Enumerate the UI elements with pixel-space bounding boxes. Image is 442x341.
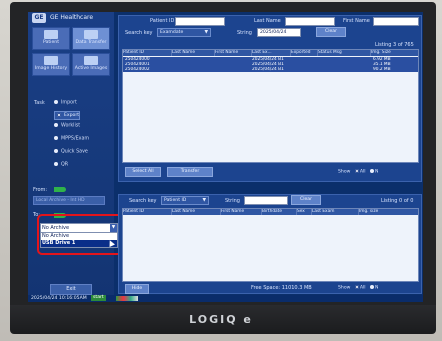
col-last-exam[interactable]: Last Exam [312,209,359,215]
radio-icon [54,162,58,166]
radio-selected-icon[interactable] [354,169,359,173]
patient-icon [44,30,58,39]
string-input[interactable]: 2025/04/24 [257,28,301,37]
listing-count: Listing 3 of 765 [375,42,414,48]
first-name-label: First Name [343,18,370,24]
radio-icon[interactable] [370,285,375,289]
brand-name: GE Healthcare [50,14,94,21]
string-label: String [225,198,240,204]
search-key-select[interactable]: Patient ID ▼ [161,196,209,205]
task-option-mpps[interactable]: MPPS/Exam [54,136,89,142]
col-sex[interactable]: Sex [297,209,312,215]
start-button[interactable]: start [91,295,106,301]
col-patient-id[interactable]: Patient ID [123,209,172,215]
radio-icon[interactable] [370,169,375,173]
left-panel: GE GE Healthcare Patient Data Transfer I… [28,12,114,302]
from-label: From: [33,187,48,193]
green-arrow-icon [54,187,66,192]
data-transfer-icon [84,30,98,39]
task-option-worklist[interactable]: Worklist [54,123,80,129]
chevron-down-icon: ▼ [204,30,208,35]
taskbar-clock: 2025/04/24 10:16:05AM [31,296,87,301]
search-key-label: Search key [125,30,153,36]
radio-selected-icon[interactable] [354,285,359,289]
system-tray-icons[interactable] [116,296,138,301]
col-img-size[interactable]: Img. Size [371,50,418,56]
patient-table: Patient ID Last Name First Name Last Ex.… [122,49,419,163]
image-history-icon [44,56,58,65]
screen: GE GE Healthcare Patient Data Transfer I… [28,12,423,302]
string-label: String [237,30,252,36]
chevron-down-icon: ▼ [202,198,206,203]
col-last-name[interactable]: Last Name [172,209,221,215]
radio-icon [54,136,58,140]
last-name-label: Last Name [254,18,281,24]
patient-id-label: Patient ID [150,18,175,24]
monitor-logo: LOGIQ e [189,313,253,326]
patient-list-panel: Patient ID Last Name First Name Search k… [118,15,422,182]
patient-id-input[interactable] [175,17,225,26]
table-row[interactable]: 250424002 2025/04/24 B1 90.2 MB [123,67,418,72]
radio-selected-icon [57,112,61,117]
tile-patient[interactable]: Patient [32,27,70,50]
hide-button[interactable]: Hide [125,284,149,294]
from-select[interactable]: Local Archive - Int HD [33,196,105,205]
tile-active-images[interactable]: Active Images [72,53,110,76]
free-space-readout: Free Space: 11010.3 MB [251,285,312,291]
tile-data-transfer[interactable]: Data Transfer [72,27,110,50]
radio-icon [54,100,58,104]
highlight-annotation [37,214,127,255]
show-filter: Show All N [338,285,379,291]
table-header: Patient ID Last Name First Name Birthdat… [123,209,418,215]
tile-image-history[interactable]: Image History [32,53,70,76]
col-exported[interactable]: Exported [291,50,318,56]
search-key-label: Search key [129,198,157,204]
select-all-button[interactable]: Select All [125,167,161,177]
col-img-size[interactable]: Img. size [359,209,418,215]
clear-button[interactable]: Clear [291,195,321,205]
table-header: Patient ID Last Name First Name Last Ex.… [123,50,418,56]
col-last-exam[interactable]: Last Ex... [252,50,291,56]
listing-count: Listing 0 of 0 [381,198,414,204]
string-input[interactable] [244,196,288,205]
col-first-name[interactable]: First Name [215,50,252,56]
destination-panel: Search key Patient ID ▼ String Clear Lis… [118,194,422,294]
task-label: Task [34,100,45,106]
exit-button[interactable]: Exit [50,284,92,295]
destination-table: Patient ID Last Name First Name Birthdat… [122,208,419,282]
task-option-quick-save[interactable]: Quick Save [54,149,88,155]
last-name-input[interactable] [285,17,335,26]
task-option-export[interactable]: Export [54,111,81,120]
col-first-name[interactable]: First Name [221,209,262,215]
brand-header: GE GE Healthcare [30,13,114,23]
transfer-button[interactable]: Transfer [167,167,213,177]
clear-button[interactable]: Clear [316,27,346,37]
first-name-input[interactable] [373,17,419,26]
col-birthdate[interactable]: Birthdate [262,209,297,215]
active-images-icon [84,56,98,65]
col-last-name[interactable]: Last Name [172,50,215,56]
ge-logo-icon: GE [32,13,46,23]
radio-icon [54,149,58,153]
show-filter: Show All N [338,169,379,175]
col-status-msg[interactable]: Status Msg [318,50,371,56]
col-patient-id[interactable]: Patient ID [123,50,172,56]
task-option-qr[interactable]: QR [54,162,68,168]
taskbar: 2025/04/24 10:16:05AM start [28,295,423,302]
search-key-select[interactable]: Examdate ▼ [157,28,211,37]
radio-icon [54,123,58,127]
task-option-import[interactable]: Import [54,100,77,106]
